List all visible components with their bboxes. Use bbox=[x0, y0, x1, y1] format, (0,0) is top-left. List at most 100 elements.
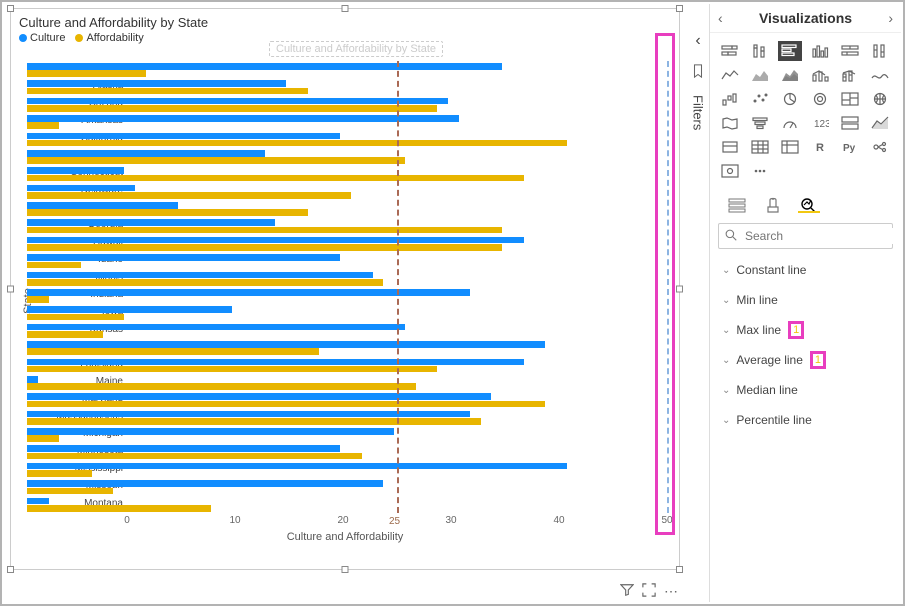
viz-type-gauge[interactable] bbox=[778, 113, 802, 133]
viz-type-funnel[interactable] bbox=[748, 113, 772, 133]
culture-bar[interactable] bbox=[27, 133, 340, 140]
culture-bar[interactable] bbox=[27, 289, 470, 296]
affordability-bar[interactable] bbox=[27, 366, 437, 373]
viz-type-map[interactable] bbox=[868, 89, 892, 109]
analytics-item-constant[interactable]: ⌄Constant line bbox=[710, 255, 901, 285]
viz-type-stacked-column[interactable] bbox=[748, 41, 772, 61]
resize-handle[interactable] bbox=[342, 5, 349, 12]
viz-type-scatter[interactable] bbox=[748, 89, 772, 109]
fields-tab[interactable] bbox=[726, 193, 748, 213]
focus-mode-icon[interactable] bbox=[642, 583, 656, 600]
culture-bar[interactable] bbox=[27, 63, 502, 70]
culture-bar[interactable] bbox=[27, 480, 383, 487]
analytics-item-percentile[interactable]: ⌄Percentile line bbox=[710, 405, 901, 435]
affordability-bar[interactable] bbox=[27, 488, 113, 495]
culture-bar[interactable] bbox=[27, 306, 232, 313]
affordability-bar[interactable] bbox=[27, 175, 524, 182]
viz-type-clustered-bar[interactable] bbox=[778, 41, 802, 61]
analytics-item-average[interactable]: ⌄Average line1 bbox=[710, 345, 901, 375]
viz-type-key-influencers[interactable] bbox=[868, 137, 892, 157]
search-input[interactable] bbox=[743, 228, 902, 244]
viz-type-100-stacked-column[interactable] bbox=[868, 41, 892, 61]
analytics-tab[interactable] bbox=[798, 193, 820, 213]
viz-type-stacked-bar[interactable] bbox=[718, 41, 742, 61]
viz-type-line-col-stacked[interactable] bbox=[838, 65, 862, 85]
chevron-left-icon[interactable]: ‹ bbox=[718, 10, 723, 26]
viz-type-more[interactable] bbox=[748, 161, 772, 181]
affordability-bar[interactable] bbox=[27, 314, 124, 321]
resize-handle[interactable] bbox=[342, 566, 349, 573]
viz-type-table[interactable] bbox=[748, 137, 772, 157]
culture-bar[interactable] bbox=[27, 411, 470, 418]
culture-bar[interactable] bbox=[27, 393, 491, 400]
viz-type-100-stacked-bar[interactable] bbox=[838, 41, 862, 61]
culture-bar[interactable] bbox=[27, 80, 286, 87]
culture-bar[interactable] bbox=[27, 219, 275, 226]
affordability-bar[interactable] bbox=[27, 105, 437, 112]
resize-handle[interactable] bbox=[676, 566, 683, 573]
culture-bar[interactable] bbox=[27, 359, 524, 366]
filters-pane-collapsed[interactable]: ‹ Filters bbox=[686, 28, 710, 130]
chart-visual[interactable]: Culture and Affordability by State Cultu… bbox=[10, 8, 680, 570]
affordability-bar[interactable] bbox=[27, 418, 481, 425]
viz-type-stacked-area[interactable] bbox=[778, 65, 802, 85]
viz-type-donut[interactable] bbox=[808, 89, 832, 109]
title-drag-hint[interactable]: Culture and Affordability by State bbox=[269, 41, 443, 57]
affordability-bar[interactable] bbox=[27, 227, 502, 234]
viz-type-line[interactable] bbox=[718, 65, 742, 85]
culture-bar[interactable] bbox=[27, 272, 373, 279]
viz-type-ribbon[interactable] bbox=[868, 65, 892, 85]
resize-handle[interactable] bbox=[7, 5, 14, 12]
viz-type-filled-map[interactable] bbox=[718, 113, 742, 133]
viz-type-slicer[interactable] bbox=[718, 137, 742, 157]
affordability-bar[interactable] bbox=[27, 192, 351, 199]
affordability-bar[interactable] bbox=[27, 401, 545, 408]
affordability-bar[interactable] bbox=[27, 505, 211, 512]
format-tab[interactable] bbox=[762, 193, 784, 213]
culture-bar[interactable] bbox=[27, 98, 448, 105]
chevron-right-icon[interactable]: › bbox=[888, 10, 893, 26]
culture-bar[interactable] bbox=[27, 150, 265, 157]
viz-type-pie[interactable] bbox=[778, 89, 802, 109]
affordability-bar[interactable] bbox=[27, 296, 49, 303]
more-options-icon[interactable]: ⋯ bbox=[664, 583, 678, 600]
legend-item-culture[interactable]: Culture bbox=[19, 32, 65, 44]
affordability-bar[interactable] bbox=[27, 262, 81, 269]
affordability-bar[interactable] bbox=[27, 70, 146, 77]
affordability-bar[interactable] bbox=[27, 279, 383, 286]
viz-type-multi-row-card[interactable] bbox=[838, 113, 862, 133]
viz-type-clustered-column[interactable] bbox=[808, 41, 832, 61]
culture-bar[interactable] bbox=[27, 237, 524, 244]
culture-bar[interactable] bbox=[27, 324, 405, 331]
culture-bar[interactable] bbox=[27, 428, 394, 435]
viz-type-card[interactable]: 123 bbox=[808, 113, 832, 133]
affordability-bar[interactable] bbox=[27, 122, 59, 129]
viz-type-line-col[interactable] bbox=[808, 65, 832, 85]
culture-bar[interactable] bbox=[27, 445, 340, 452]
culture-bar[interactable] bbox=[27, 202, 178, 209]
culture-bar[interactable] bbox=[27, 254, 340, 261]
culture-bar[interactable] bbox=[27, 167, 124, 174]
filter-icon[interactable] bbox=[620, 583, 634, 600]
affordability-bar[interactable] bbox=[27, 88, 308, 95]
culture-bar[interactable] bbox=[27, 341, 545, 348]
affordability-bar[interactable] bbox=[27, 331, 103, 338]
viz-type-area[interactable] bbox=[748, 65, 772, 85]
affordability-bar[interactable] bbox=[27, 140, 567, 147]
resize-handle[interactable] bbox=[7, 566, 14, 573]
analytics-item-min[interactable]: ⌄Min line bbox=[710, 285, 901, 315]
affordability-bar[interactable] bbox=[27, 383, 416, 390]
viz-type-treemap[interactable] bbox=[838, 89, 862, 109]
viz-type-py[interactable]: Py bbox=[838, 137, 862, 157]
resize-handle[interactable] bbox=[676, 286, 683, 293]
affordability-bar[interactable] bbox=[27, 157, 405, 164]
resize-handle[interactable] bbox=[676, 5, 683, 12]
bookmark-icon[interactable] bbox=[691, 64, 705, 81]
viz-type-r[interactable]: R bbox=[808, 137, 832, 157]
analytics-search[interactable] bbox=[718, 223, 893, 249]
affordability-bar[interactable] bbox=[27, 435, 59, 442]
culture-bar[interactable] bbox=[27, 115, 459, 122]
analytics-item-max[interactable]: ⌄Max line1 bbox=[710, 315, 901, 345]
culture-bar[interactable] bbox=[27, 185, 135, 192]
analytics-item-median[interactable]: ⌄Median line bbox=[710, 375, 901, 405]
